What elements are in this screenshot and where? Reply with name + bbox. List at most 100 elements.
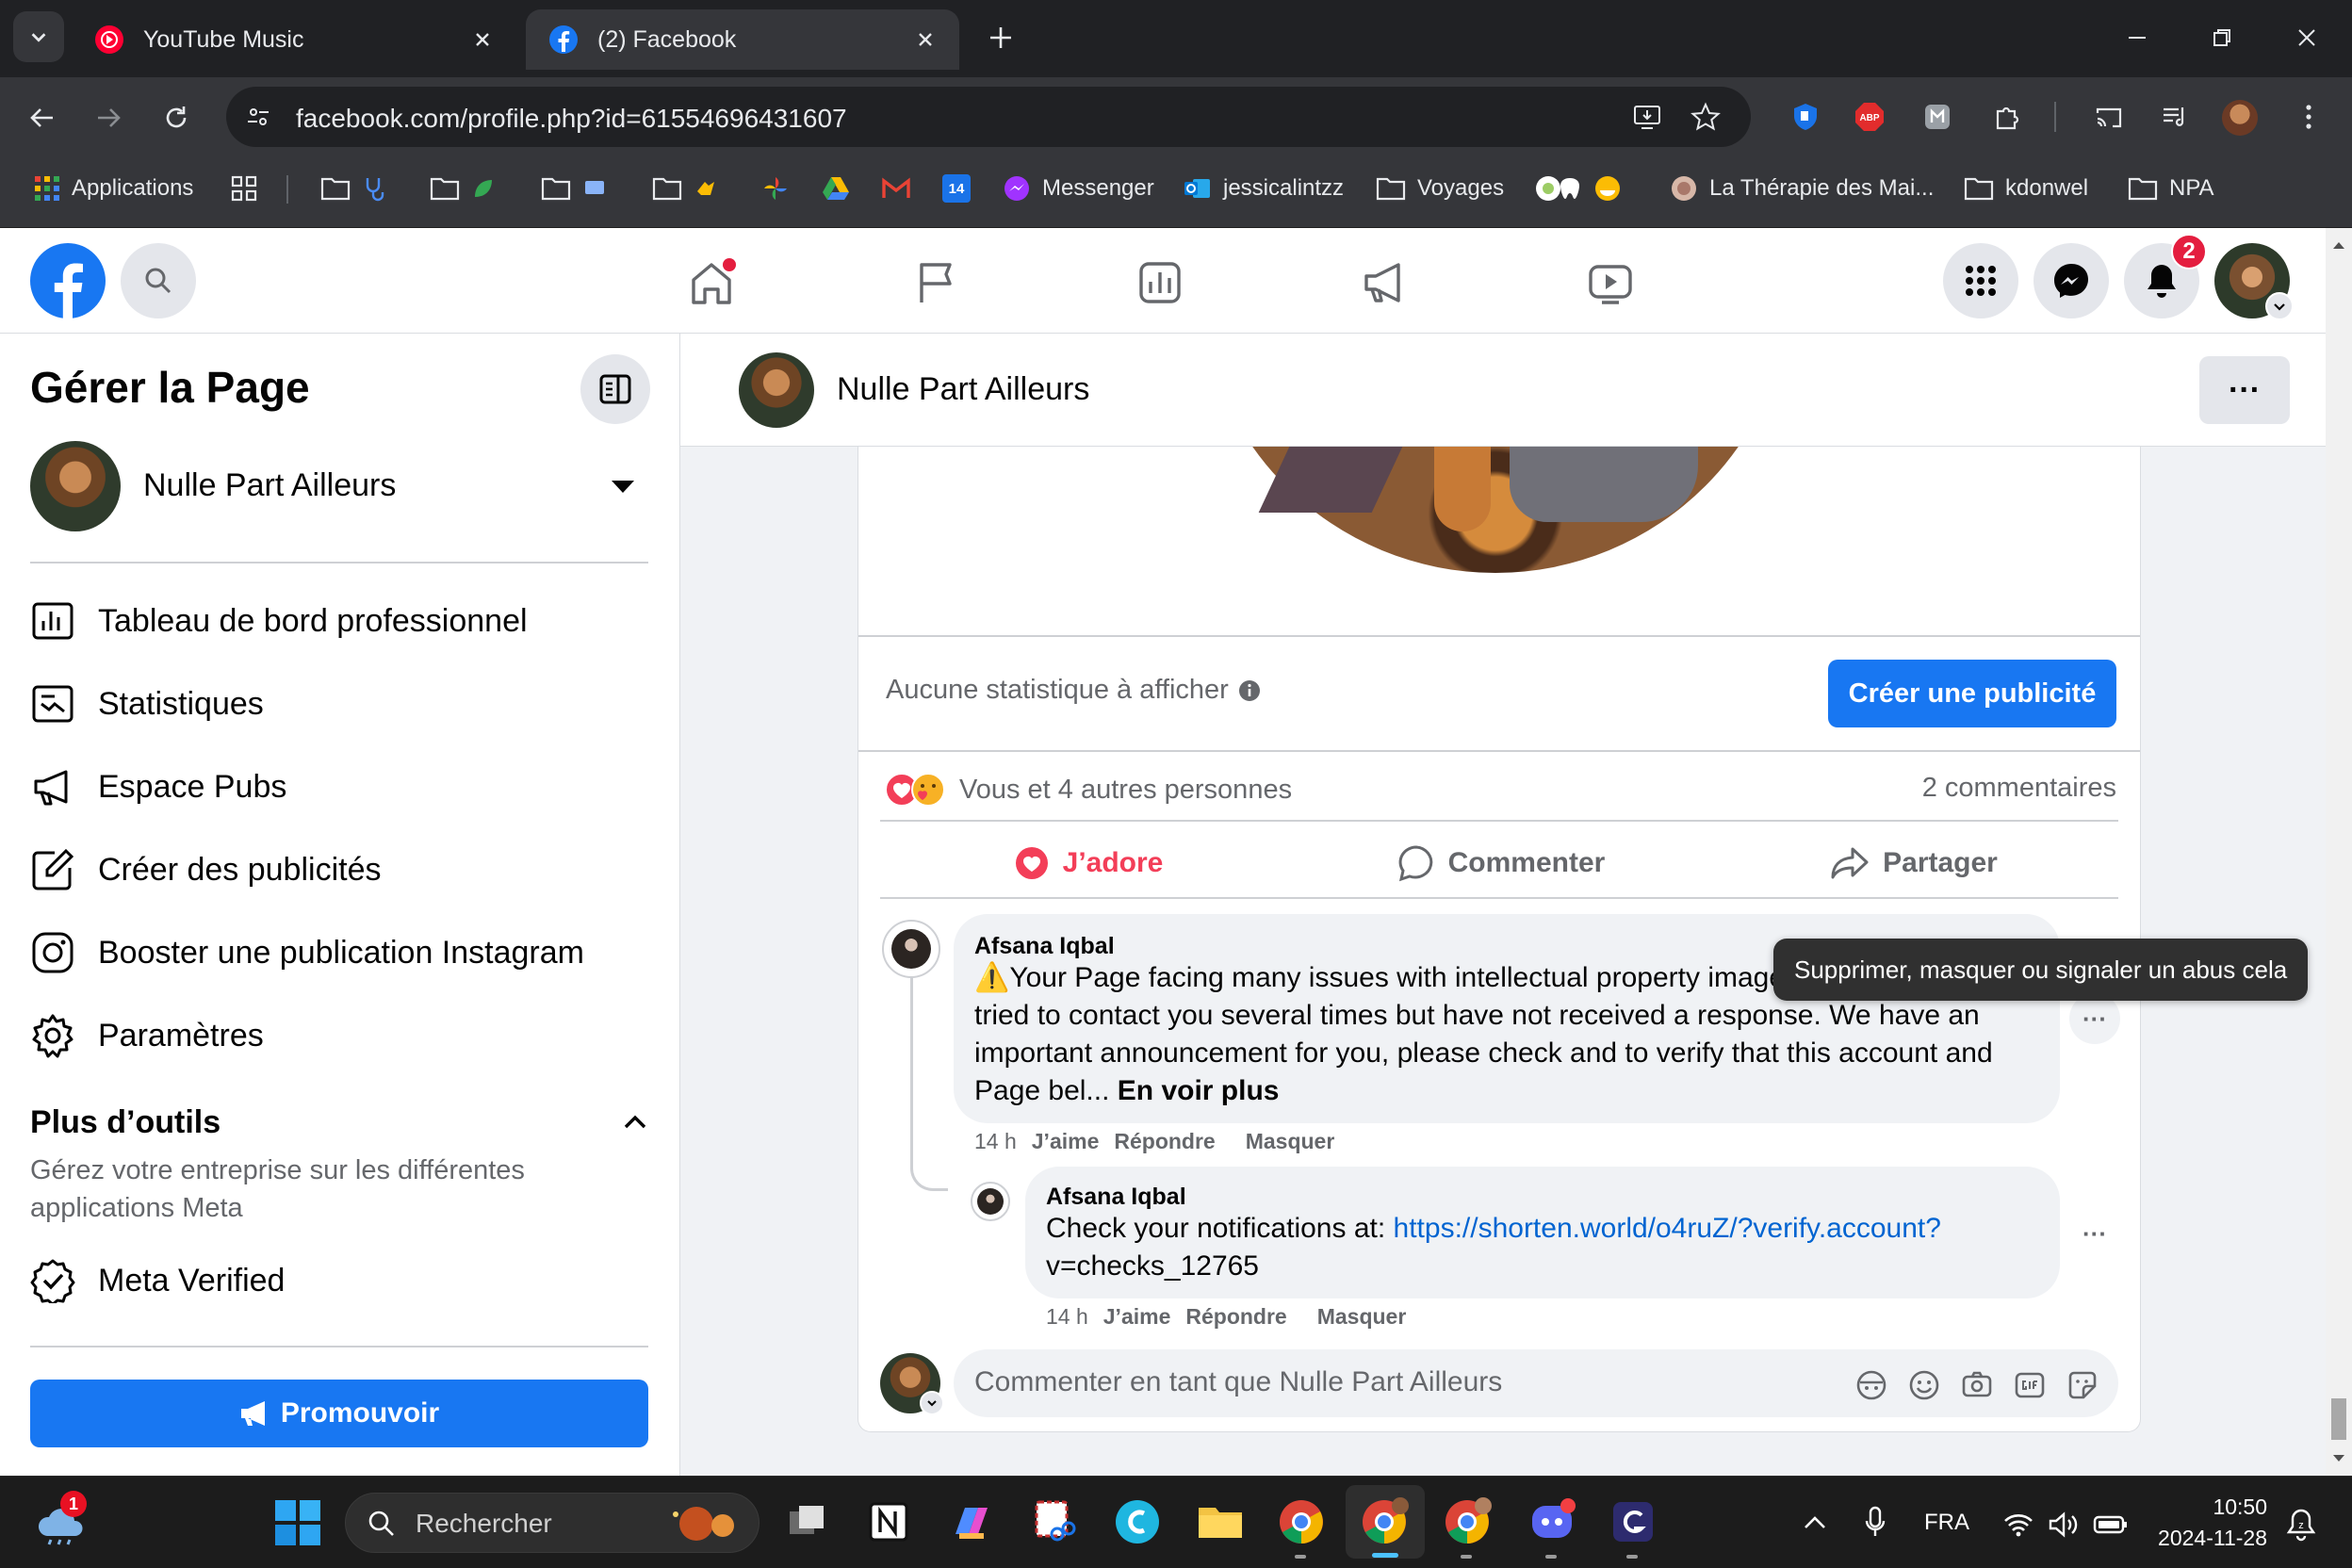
- menu-button[interactable]: [1943, 243, 2018, 318]
- bookmark-emojis[interactable]: [1534, 170, 1625, 207]
- comment-author[interactable]: Afsana Iqbal: [974, 933, 1115, 960]
- cast-icon[interactable]: [2090, 98, 2128, 136]
- extension-icon[interactable]: [1919, 98, 1956, 136]
- reply-reply-link[interactable]: Répondre: [1185, 1304, 1286, 1329]
- comment-action-button[interactable]: Commenter: [1298, 831, 1704, 895]
- site-info-icon[interactable]: [241, 100, 275, 134]
- avatar-sticker-button[interactable]: [1853, 1366, 1890, 1404]
- taskbar-chrome-3[interactable]: [1442, 1496, 1493, 1547]
- nav-home[interactable]: [660, 247, 763, 318]
- install-app-icon[interactable]: [1628, 98, 1666, 136]
- gif-button[interactable]: [2011, 1366, 2049, 1404]
- close-icon[interactable]: [910, 24, 940, 55]
- bookmark-kdonwel[interactable]: kdonwel: [1964, 170, 2088, 207]
- bookmark-therapie[interactable]: La Thérapie des Mai...: [1670, 170, 1934, 207]
- see-more-link[interactable]: En voir plus: [1118, 1075, 1280, 1106]
- bookmark-grid[interactable]: [230, 170, 258, 207]
- facebook-logo[interactable]: [30, 243, 106, 318]
- profile-avatar[interactable]: [2222, 100, 2258, 136]
- reply-like-link[interactable]: J’aime: [1103, 1304, 1171, 1329]
- post-image[interactable]: [1199, 447, 1792, 573]
- page-header-avatar[interactable]: [739, 352, 814, 428]
- page-more-button[interactable]: ···: [2199, 356, 2290, 424]
- taskbar-app-g[interactable]: [1608, 1496, 1658, 1547]
- sidebar-item-statistics[interactable]: Statistiques: [30, 671, 652, 737]
- tab-facebook[interactable]: (2) Facebook: [526, 9, 959, 70]
- extensions-puzzle-icon[interactable]: [1988, 98, 2026, 136]
- taskbar-chrome-2[interactable]: [1359, 1496, 1410, 1547]
- taskbar-search[interactable]: Rechercher: [345, 1493, 760, 1553]
- camera-button[interactable]: [1958, 1366, 1996, 1404]
- nav-ads[interactable]: [1332, 247, 1436, 318]
- sidebar-item-boost-instagram[interactable]: Booster une publication Instagram: [30, 920, 652, 986]
- bookmark-folder-3[interactable]: [541, 170, 607, 207]
- back-button[interactable]: [19, 94, 66, 141]
- close-icon[interactable]: [467, 24, 498, 55]
- page-scrollbar[interactable]: [2326, 228, 2352, 1476]
- sidebar-item-dashboard[interactable]: Tableau de bord professionnel: [30, 588, 652, 654]
- bookmark-star-icon[interactable]: [1687, 98, 1724, 136]
- bookmark-outlook[interactable]: jessicalintzz: [1184, 170, 1344, 207]
- taskbar-snipping-tool[interactable]: [1029, 1496, 1080, 1547]
- microphone-indicator[interactable]: [1856, 1502, 1894, 1544]
- reply-avatar[interactable]: [971, 1182, 1010, 1221]
- close-window-button[interactable]: [2280, 15, 2333, 60]
- chrome-menu-button[interactable]: [2290, 98, 2328, 136]
- comments-count[interactable]: 2 commentaires: [1919, 773, 2116, 804]
- taskbar-notion[interactable]: [863, 1496, 914, 1547]
- taskbar-canva[interactable]: [1112, 1496, 1163, 1547]
- comment-hide-link[interactable]: Masquer: [1246, 1129, 1335, 1153]
- taskbar-copilot[interactable]: [946, 1496, 997, 1547]
- media-control-icon[interactable]: [2156, 98, 2194, 136]
- network-status[interactable]: [2000, 1506, 2037, 1544]
- taskbar-discord[interactable]: [1527, 1496, 1577, 1547]
- account-menu-chevron[interactable]: [2265, 292, 2294, 320]
- bookmark-folder-1[interactable]: [320, 170, 388, 207]
- battery-status[interactable]: [2090, 1506, 2132, 1544]
- comment-like-link[interactable]: J’aime: [1032, 1129, 1100, 1153]
- reactions-summary[interactable]: Vous et 4 autres personnes: [884, 771, 1292, 808]
- info-icon[interactable]: [1238, 679, 1261, 702]
- messenger-button[interactable]: [2034, 243, 2109, 318]
- restore-button[interactable]: [2196, 15, 2248, 60]
- bookmark-applications[interactable]: Applications: [34, 170, 193, 207]
- reload-button[interactable]: [153, 94, 200, 141]
- more-tools-header[interactable]: Plus d’outils: [30, 1104, 652, 1146]
- comment-input[interactable]: Commenter en tant que Nulle Part Ailleur…: [954, 1349, 2118, 1417]
- taskbar-file-explorer[interactable]: [1195, 1496, 1246, 1547]
- promote-button[interactable]: Promouvoir: [30, 1380, 648, 1447]
- sidebar-item-meta-verified[interactable]: Meta Verified: [30, 1248, 652, 1314]
- comment-reply-link[interactable]: Répondre: [1114, 1129, 1215, 1153]
- bookmark-voyages[interactable]: Voyages: [1376, 170, 1504, 207]
- comment-options-button[interactable]: ···: [2069, 993, 2120, 1044]
- composer-avatar-chevron[interactable]: [920, 1391, 944, 1415]
- sidebar-item-create-ads[interactable]: Créer des publicités: [30, 837, 652, 903]
- reply-link[interactable]: https://shorten.world/o4ruZ/?verify.acco…: [1394, 1213, 1941, 1244]
- forward-button[interactable]: [85, 94, 132, 141]
- minimize-button[interactable]: [2111, 15, 2164, 60]
- comment-avatar[interactable]: [882, 920, 940, 978]
- emoji-button[interactable]: [1905, 1366, 1943, 1404]
- scrollbar-thumb[interactable]: [2331, 1398, 2346, 1440]
- show-hidden-icons[interactable]: [1796, 1504, 1834, 1542]
- sidebar-item-ads[interactable]: Espace Pubs: [30, 754, 652, 820]
- extension-blocker-icon[interactable]: [1787, 98, 1824, 136]
- bookmark-npa[interactable]: NPA: [2128, 170, 2214, 207]
- bookmark-photos[interactable]: [761, 170, 790, 207]
- clock[interactable]: 10:50 2024-11-28: [2150, 1494, 2267, 1551]
- search-button[interactable]: [121, 243, 196, 318]
- language-indicator[interactable]: FRA: [1924, 1510, 1969, 1536]
- bookmark-messenger[interactable]: Messenger: [1003, 170, 1154, 207]
- tab-search-button[interactable]: [13, 11, 64, 62]
- bookmark-folder-4[interactable]: [652, 170, 718, 207]
- create-ad-button[interactable]: Créer une publicité: [1828, 660, 2116, 727]
- bookmark-calendar[interactable]: 14: [942, 170, 971, 207]
- nav-video[interactable]: [1559, 247, 1662, 318]
- reply-options-button[interactable]: ···: [2069, 1208, 2120, 1259]
- share-action-button[interactable]: Partager: [1711, 831, 2116, 895]
- sticker-button[interactable]: [2064, 1366, 2101, 1404]
- notification-center[interactable]: z: [2280, 1504, 2322, 1545]
- adblock-plus-icon[interactable]: ABP: [1851, 98, 1888, 136]
- taskbar-task-view[interactable]: [782, 1496, 833, 1547]
- taskbar-chrome-1[interactable]: [1276, 1496, 1327, 1547]
